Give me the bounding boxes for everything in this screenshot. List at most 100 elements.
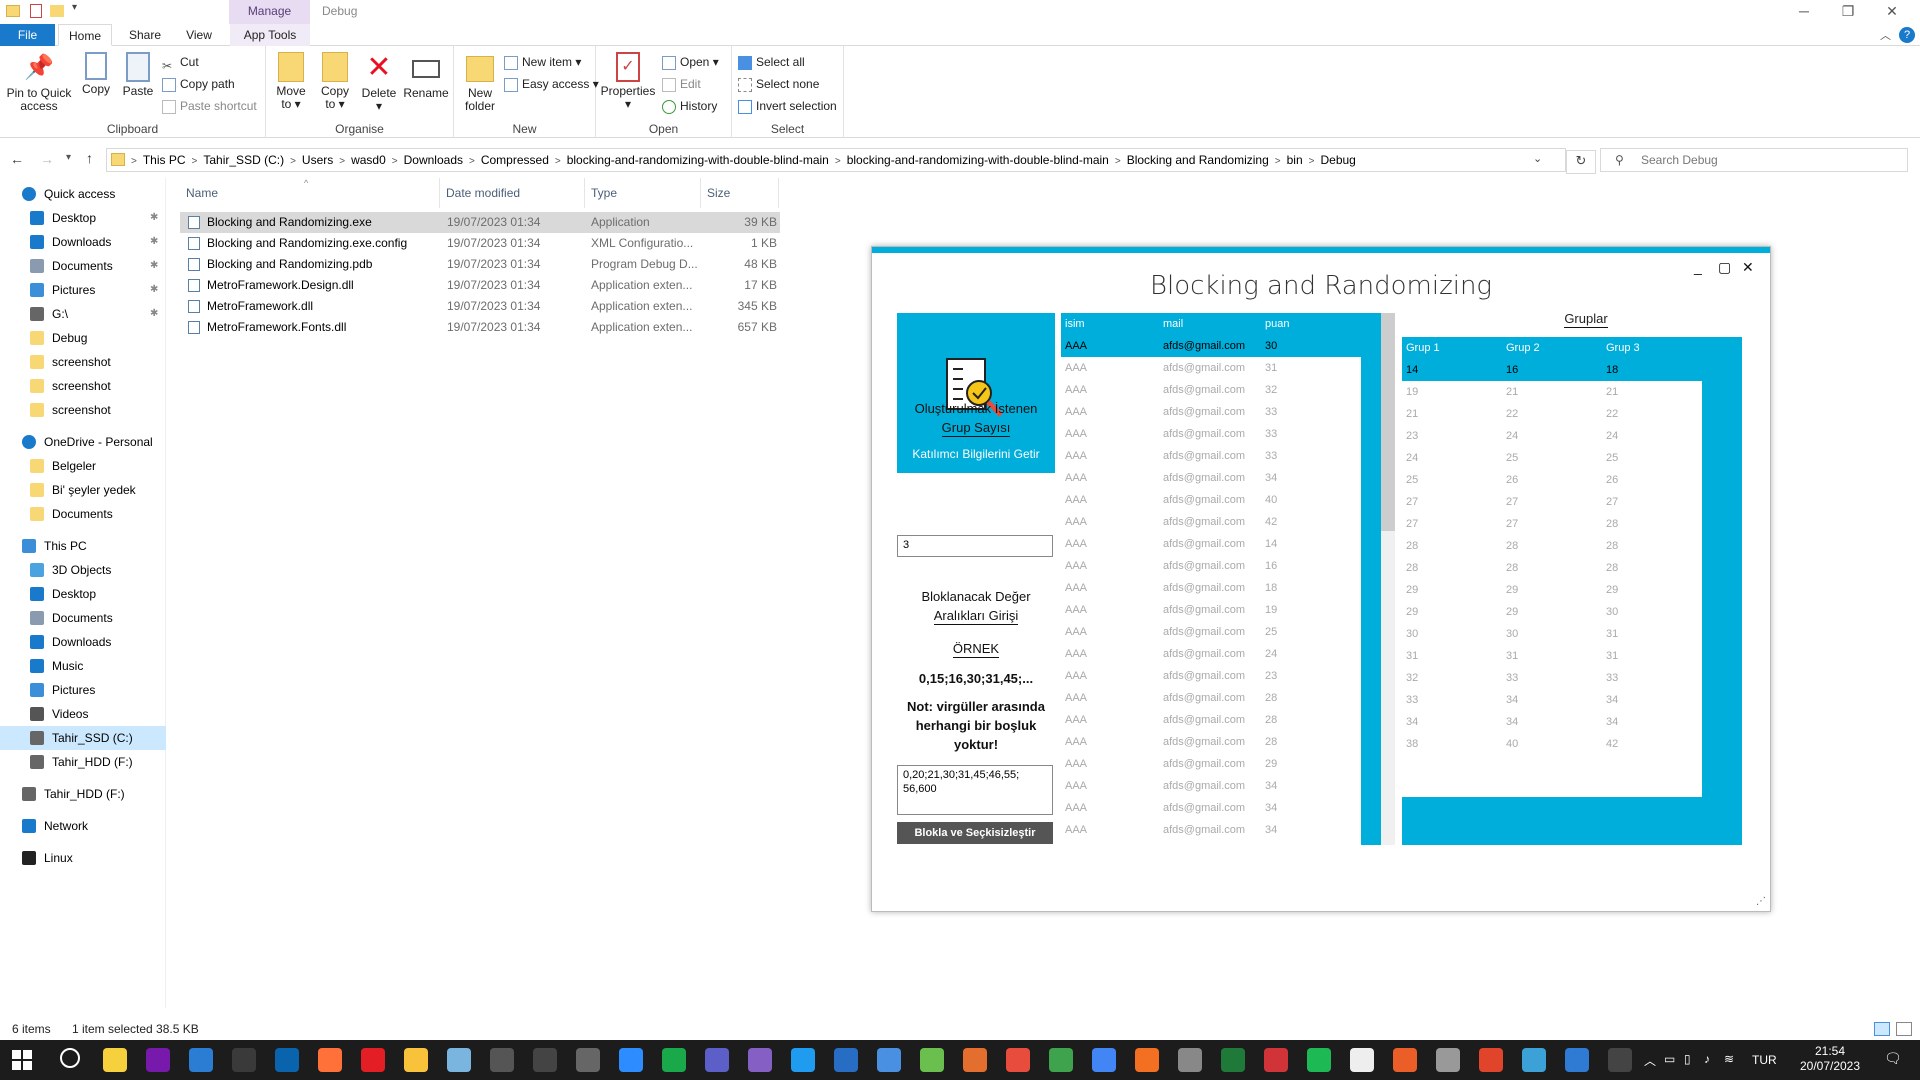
nav-item[interactable]: Videos — [0, 702, 166, 726]
close-button[interactable]: ✕ — [1870, 0, 1914, 24]
table-row[interactable]: AAA afds@gmail.com 28 — [1061, 709, 1361, 731]
tab-file[interactable]: File — [0, 24, 55, 46]
nav-item[interactable]: Downloads — [0, 630, 166, 654]
table-row[interactable]: AAA afds@gmail.com 19 — [1061, 599, 1361, 621]
forward-arrow-icon[interactable]: → — [40, 151, 54, 167]
minimize-button[interactable]: ─ — [1782, 0, 1826, 24]
app-close-button[interactable]: ✕ — [1742, 259, 1754, 276]
table-row[interactable]: 32 33 33 — [1402, 667, 1702, 689]
pin-icon[interactable]: ✱ — [150, 206, 158, 230]
windows-start-icon[interactable] — [12, 1050, 32, 1070]
pin-to-quick-access-button[interactable]: 📌 Pin to Quick access — [4, 52, 74, 113]
file-explorer-icon[interactable] — [404, 1048, 428, 1072]
table-row[interactable]: AAA afds@gmail.com 34 — [1061, 819, 1361, 841]
table-row[interactable]: 23 24 24 — [1402, 425, 1702, 447]
nav-item[interactable]: Desktop — [0, 582, 166, 606]
table-row[interactable]: AAA afds@gmail.com 18 — [1061, 577, 1361, 599]
table-row[interactable]: AAA afds@gmail.com 30 — [1061, 335, 1361, 357]
chrome-icon[interactable] — [1092, 1048, 1116, 1072]
firefox-icon[interactable] — [318, 1048, 342, 1072]
nav-item[interactable]: Pictures ✱ — [0, 278, 166, 302]
address-dropdown-icon[interactable]: ⌄ — [1533, 152, 1542, 165]
tab-manage[interactable]: Manage — [229, 0, 310, 24]
breadcrumb-separator[interactable]: > — [337, 156, 347, 167]
tab-view[interactable]: View — [175, 24, 223, 46]
table-row[interactable]: AAA afds@gmail.com 33 — [1061, 445, 1361, 467]
column-header[interactable]: Grup 1 — [1406, 337, 1440, 359]
address-bar[interactable]: > This PC > Tahir_SSD (C:) > Users > wasd0 > Down… — [106, 148, 1566, 172]
nav-item[interactable]: Documents — [0, 502, 166, 526]
nav-item[interactable]: Tahir_HDD (F:) — [0, 782, 166, 806]
breadcrumb-item[interactable]: Blocking and Randomizing — [1123, 149, 1273, 171]
nav-item[interactable]: Debug — [0, 326, 166, 350]
table-row[interactable]: 25 26 26 — [1402, 469, 1702, 491]
details-view-icon[interactable] — [1874, 1022, 1890, 1036]
table-row[interactable]: AAA afds@gmail.com 32 — [1061, 379, 1361, 401]
clock[interactable]: 21:54 20/07/2023 — [1790, 1044, 1870, 1074]
nav-item[interactable]: Linux — [0, 846, 166, 870]
file-row[interactable]: Blocking and Randomizing.pdb 19/07/2023 0… — [180, 254, 780, 275]
search-icon[interactable] — [60, 1048, 80, 1068]
nav-item[interactable]: Tahir_HDD (F:) — [0, 750, 166, 774]
volume-icon[interactable]: ♪ — [1704, 1052, 1710, 1066]
table-row[interactable]: 33 34 34 — [1402, 689, 1702, 711]
zoom-icon[interactable] — [619, 1048, 643, 1072]
camtasia-icon[interactable] — [662, 1048, 686, 1072]
column-header-name[interactable]: Name ^ — [180, 178, 440, 208]
groups-grid[interactable]: Grup 1 Grup 2 Grup 3 14 16 18 19 21 21 21 22 22 23 24… — [1402, 337, 1742, 845]
copy-path-button[interactable]: Copy path — [162, 74, 235, 94]
breadcrumb-separator[interactable]: > — [467, 156, 477, 167]
block-and-randomize-button[interactable]: Blokla ve Seçkisizleştir — [897, 822, 1053, 844]
breadcrumb-separator[interactable]: > — [833, 156, 843, 167]
file-row[interactable]: Blocking and Randomizing.exe 19/07/2023 0… — [180, 212, 780, 233]
search-input[interactable]: ⚲ Search Debug — [1600, 148, 1908, 172]
notepad-icon[interactable] — [576, 1048, 600, 1072]
nav-item[interactable]: Desktop ✱ — [0, 206, 166, 230]
large-icons-view-icon[interactable] — [1896, 1022, 1912, 1036]
participants-scrollbar[interactable] — [1381, 313, 1395, 845]
table-row[interactable]: 19 21 21 — [1402, 381, 1702, 403]
tab-share[interactable]: Share — [120, 24, 170, 46]
app-blue-icon[interactable] — [877, 1048, 901, 1072]
new-item-button[interactable]: New item ▾ — [504, 52, 581, 72]
pdf-icon[interactable] — [1006, 1048, 1030, 1072]
tab-app-tools[interactable]: App Tools — [230, 24, 310, 46]
back-arrow-icon[interactable]: ← — [10, 151, 24, 167]
app-maximize-button[interactable]: ▢ — [1718, 259, 1731, 276]
breadcrumb-separator[interactable]: > — [390, 156, 400, 167]
breadcrumb-separator[interactable]: > — [190, 156, 200, 167]
shield-app-icon[interactable] — [1221, 1048, 1245, 1072]
notion2-icon[interactable] — [1350, 1048, 1374, 1072]
breadcrumb-item[interactable]: This PC — [139, 149, 190, 171]
file-row[interactable]: MetroFramework.dll 19/07/2023 01:34 Applic… — [180, 296, 780, 317]
vscode-icon[interactable] — [791, 1048, 815, 1072]
battery-icon[interactable]: ▯ — [1684, 1052, 1691, 1066]
display-icon[interactable] — [189, 1048, 213, 1072]
nav-item[interactable]: screenshot — [0, 374, 166, 398]
refresh-icon[interactable]: ↻ — [1566, 150, 1596, 174]
pin-icon[interactable]: ✱ — [150, 302, 158, 326]
pin-icon[interactable]: ✱ — [150, 230, 158, 254]
breadcrumb-separator[interactable]: > — [553, 156, 563, 167]
breadcrumb-separator[interactable]: > — [288, 156, 298, 167]
block-ranges-input[interactable]: 0,20;21,30;31,45;46,55; 56,600 — [897, 765, 1053, 815]
table-row[interactable]: 27 27 28 — [1402, 513, 1702, 535]
column-header[interactable]: puan — [1265, 313, 1289, 335]
invert-selection-button[interactable]: Invert selection — [738, 96, 837, 116]
breadcrumb-item[interactable]: wasd0 — [347, 149, 390, 171]
visual-studio-icon[interactable] — [748, 1048, 772, 1072]
nav-item[interactable]: screenshot — [0, 350, 166, 374]
nav-item[interactable]: Documents ✱ — [0, 254, 166, 278]
column-header[interactable]: mail — [1163, 313, 1183, 335]
paste-button[interactable]: Paste — [118, 52, 158, 98]
matlab-icon[interactable] — [963, 1048, 987, 1072]
nav-item[interactable]: screenshot — [0, 398, 166, 422]
new-folder-button[interactable]: New folder — [458, 52, 502, 113]
table-row[interactable]: AAA afds@gmail.com 14 — [1061, 533, 1361, 555]
nav-item[interactable]: 3D Objects — [0, 558, 166, 582]
delete-button[interactable]: ✕ Delete ▾ — [358, 52, 400, 113]
photos-icon[interactable] — [1565, 1048, 1589, 1072]
table-row[interactable]: AAA afds@gmail.com 34 — [1061, 467, 1361, 489]
quick-access-dropdown-icon[interactable]: ▾ — [72, 2, 77, 13]
up-arrow-icon[interactable]: ↑ — [86, 150, 93, 166]
